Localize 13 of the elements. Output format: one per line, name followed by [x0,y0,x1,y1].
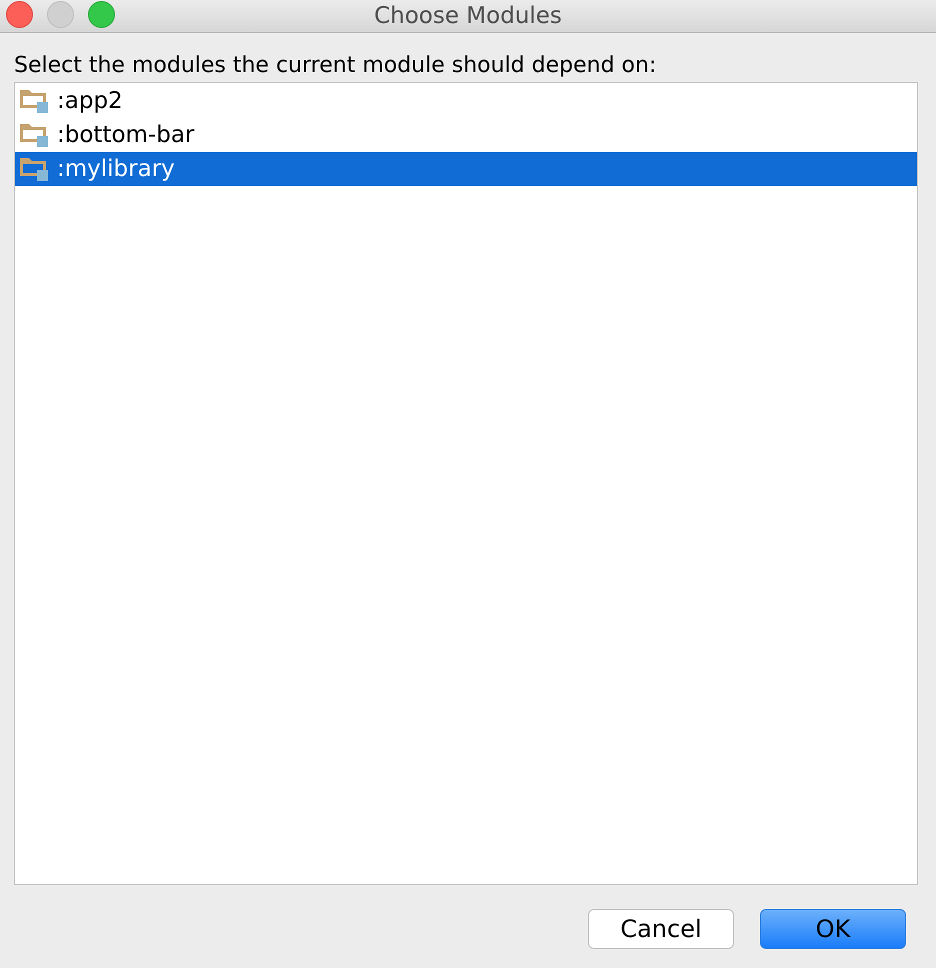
dialog-button[interactable]: OK [760,909,906,949]
close-button[interactable] [6,1,33,28]
zoom-button[interactable] [88,1,115,28]
module-folder-icon [19,156,49,182]
minimize-button[interactable] [47,1,74,28]
module-item[interactable]: :mylibrary [15,152,917,186]
prompt-text: Select the modules the current module should depend on: [14,53,658,78]
window-title: Choose Modules [374,3,562,29]
module-item[interactable]: :bottom-bar [15,118,917,152]
module-folder-icon [19,122,49,148]
module-item[interactable]: :app2 [15,84,917,118]
module-folder-icon [19,88,49,114]
dialog-button[interactable]: Cancel [588,909,734,949]
